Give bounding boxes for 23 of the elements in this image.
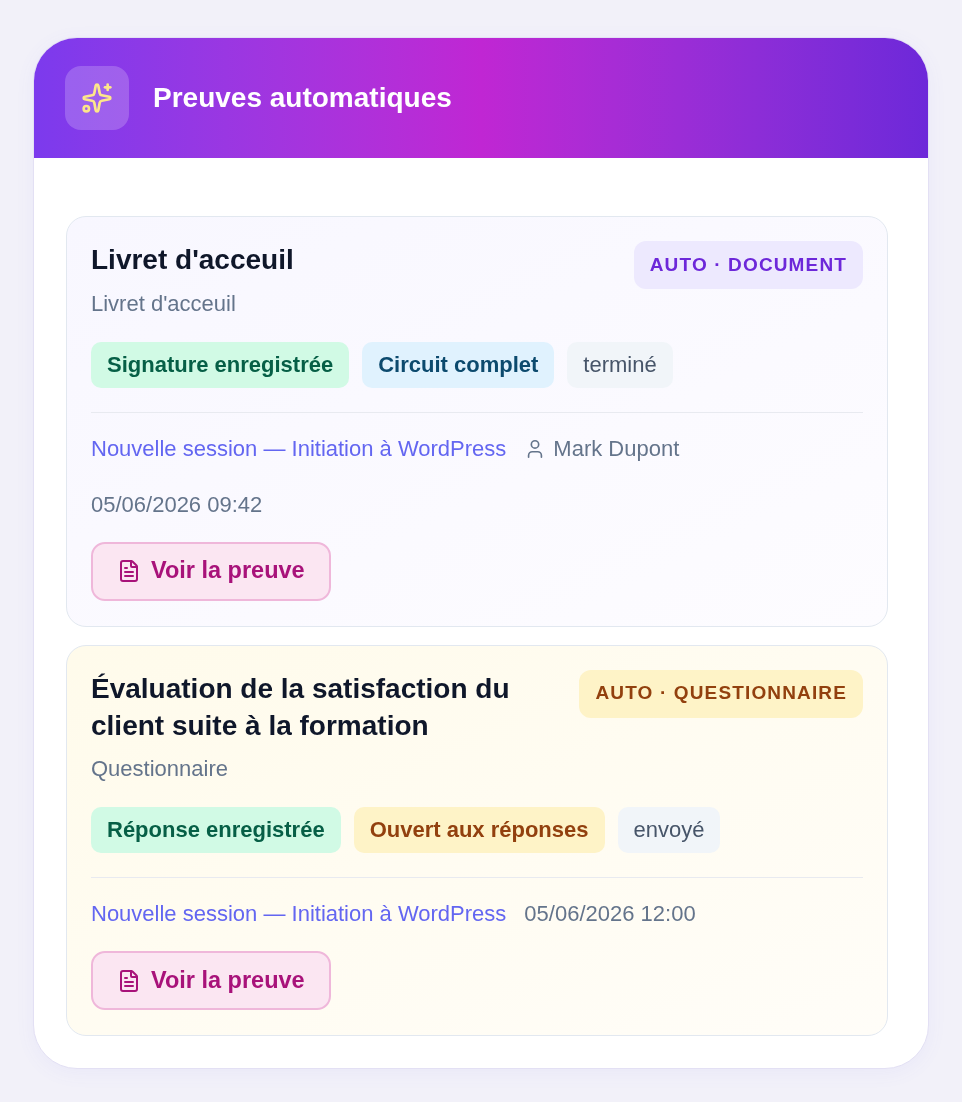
sparkles-icon [65, 66, 129, 130]
status-chip: terminé [567, 341, 673, 388]
status-chip: Ouvert aux réponses [353, 807, 605, 853]
document-icon [117, 559, 141, 583]
panel-title: Preuves automatiques [153, 81, 452, 115]
view-proof-button[interactable]: Voir la preuve [91, 541, 331, 601]
session-link[interactable]: Nouvelle session — Initiation à WordPress [91, 900, 507, 928]
date-text: 05/06/2026 12:00 [524, 900, 696, 928]
date-text: 05/06/2026 09:42 [91, 490, 263, 519]
status-chip: Circuit complet [362, 341, 555, 388]
status-chip: Réponse enregistrée [91, 807, 341, 853]
proof-title: Évaluation de la satisfaction du client suite à la formation [91, 671, 511, 743]
session-link[interactable]: Nouvelle session — Initiation à WordPress [91, 434, 507, 463]
view-proof-button[interactable]: Voir la preuve [91, 951, 331, 1010]
person-name: Mark Dupont [553, 434, 680, 463]
proof-subtitle: Questionnaire [91, 755, 229, 783]
status-chip: Signature enregistrée [91, 341, 350, 388]
status-chip: envoyé [617, 807, 721, 853]
type-badge: AUTO · DOCUMENT [633, 241, 863, 289]
type-badge: AUTO · QUESTIONNAIRE [579, 669, 863, 718]
proof-subtitle: Livret d'acceuil [91, 289, 237, 318]
document-icon [117, 968, 141, 993]
proof-title: Livret d'acceuil [91, 243, 294, 277]
